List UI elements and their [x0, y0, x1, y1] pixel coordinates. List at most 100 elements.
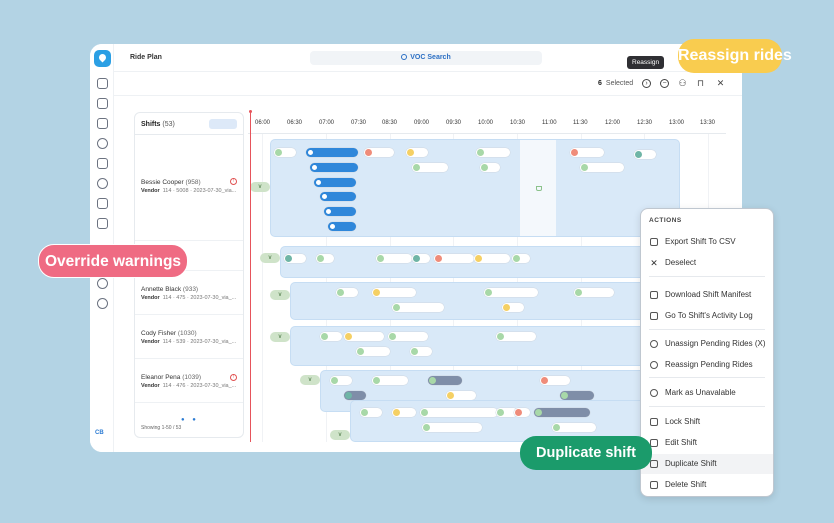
ride-pill[interactable]	[514, 408, 530, 417]
ride-pill[interactable]	[356, 347, 390, 356]
ride-pill[interactable]	[372, 288, 416, 297]
ride-pill[interactable]	[570, 148, 604, 157]
app-logo-icon[interactable]	[94, 50, 111, 67]
ride-status-dot	[485, 289, 492, 296]
menu-item-unassign-pending[interactable]: Unassign Pending Rides (X)	[641, 334, 773, 354]
menu-item-label: Edit Shift	[665, 438, 698, 447]
unassign-icon[interactable]: −	[660, 79, 669, 88]
menu-item-download-manifest[interactable]: Download Shift Manifest	[641, 285, 773, 305]
dashboard-icon[interactable]	[97, 98, 108, 109]
pagination-dots[interactable]: ● ●	[181, 417, 199, 423]
shift-row[interactable]: Eleanor Pena (1039) Vendor 114 · 476 · 20…	[135, 359, 243, 403]
ride-pill[interactable]	[324, 207, 356, 216]
warning-icon[interactable]: !	[230, 178, 237, 185]
ride-pill[interactable]	[284, 254, 306, 263]
ride-pill[interactable]	[410, 347, 432, 356]
settings-icon[interactable]	[97, 278, 108, 289]
ride-pill[interactable]	[474, 254, 510, 263]
ride-pill[interactable]	[540, 376, 570, 385]
ride-pill[interactable]	[306, 148, 358, 157]
ride-pill[interactable]	[512, 254, 530, 263]
vehicle-badge[interactable]: v	[270, 290, 290, 300]
ride-pill[interactable]	[336, 288, 358, 297]
ride-pill[interactable]	[484, 288, 538, 297]
link-icon[interactable]	[97, 158, 108, 169]
search-input[interactable]: VOC Search	[310, 51, 542, 65]
list-icon[interactable]	[97, 118, 108, 129]
ride-pill[interactable]	[274, 148, 296, 157]
ride-pill[interactable]	[560, 391, 594, 400]
ride-pill[interactable]	[420, 408, 498, 417]
shift-row[interactable]: Cody Fisher (1030) Vendor 114 · 539 · 202…	[135, 315, 243, 359]
vehicle-badge[interactable]: v	[300, 375, 320, 385]
menu-item-delete-shift[interactable]: Delete Shift	[641, 475, 773, 495]
vehicle-badge[interactable]: v	[330, 430, 350, 440]
ride-pill[interactable]	[360, 408, 382, 417]
menu-item-activity-log[interactable]: Go To Shift's Activity Log	[641, 306, 773, 326]
ride-pill[interactable]	[580, 163, 624, 172]
ride-pill[interactable]	[376, 254, 412, 263]
ride-pill[interactable]	[422, 423, 482, 432]
menu-item-reassign-pending[interactable]: Reassign Pending Rides	[641, 355, 773, 375]
ride-status-dot	[435, 255, 442, 262]
ride-pill[interactable]	[406, 148, 428, 157]
ride-status-dot	[275, 149, 282, 156]
selected-label: Selected	[605, 80, 634, 87]
lock-icon[interactable]: ⊓	[694, 77, 707, 90]
ride-pill[interactable]	[344, 391, 366, 400]
ride-pill[interactable]	[412, 254, 430, 263]
close-icon[interactable]: ✕	[714, 77, 727, 90]
ride-pill[interactable]	[310, 163, 358, 172]
hour-label: 10:30	[510, 120, 526, 126]
ride-pill[interactable]	[388, 332, 428, 341]
menu-item-lock-shift[interactable]: Lock Shift	[641, 412, 773, 432]
vehicle-badge[interactable]: v	[250, 182, 270, 192]
ride-pill[interactable]	[496, 332, 536, 341]
warning-icon[interactable]: !	[230, 374, 237, 381]
ride-pill[interactable]	[412, 163, 448, 172]
rides-icon[interactable]	[97, 78, 108, 89]
ride-pill[interactable]	[316, 254, 334, 263]
ride-pill[interactable]	[476, 148, 510, 157]
menu-item-export-csv[interactable]: Export Shift To CSV	[641, 232, 773, 252]
user-initials[interactable]: CB	[95, 430, 104, 436]
people-icon[interactable]: ⚇	[676, 77, 689, 90]
ride-pill[interactable]	[344, 332, 384, 341]
menu-item-deselect[interactable]: ✕ Deselect	[641, 253, 773, 273]
filter-chips[interactable]	[209, 119, 237, 129]
routes-icon[interactable]	[97, 198, 108, 209]
ride-pill[interactable]	[428, 376, 462, 385]
reassign-icon[interactable]: ›	[642, 79, 651, 88]
ride-pill[interactable]	[552, 423, 596, 432]
help-icon[interactable]	[97, 298, 108, 309]
user-icon[interactable]	[97, 138, 108, 149]
ride-pill[interactable]	[534, 408, 590, 417]
menu-item-edit-shift[interactable]: Edit Shift	[641, 433, 773, 453]
steering-wheel-icon[interactable]	[97, 178, 108, 189]
vehicle-badge[interactable]: v	[260, 253, 280, 263]
vehicle-badge[interactable]: v	[270, 332, 290, 342]
ride-pill[interactable]	[328, 222, 356, 231]
hour-label: 09:30	[446, 120, 462, 126]
ride-pill[interactable]	[392, 303, 444, 312]
ride-pill[interactable]	[320, 332, 342, 341]
ride-pill[interactable]	[502, 303, 524, 312]
ride-pill[interactable]	[446, 391, 476, 400]
ride-pill[interactable]	[574, 288, 614, 297]
ride-pill[interactable]	[314, 178, 356, 187]
ride-pill[interactable]	[372, 376, 408, 385]
ride-pill[interactable]	[392, 408, 416, 417]
ride-pill[interactable]	[480, 163, 500, 172]
ride-pill[interactable]	[330, 376, 352, 385]
shift-row[interactable]: Bessie Cooper (958) Vendor 114 · 5008 · 2…	[135, 135, 243, 241]
menu-item-mark-unavailable[interactable]: Mark as Unavalable	[641, 383, 773, 403]
shifts-header: Shifts (53)	[135, 113, 243, 135]
bus-icon[interactable]	[97, 218, 108, 229]
ride-pill[interactable]	[320, 192, 356, 201]
shift-vendor: Vendor 114 · 5008 · 2023-07-30_via...	[141, 188, 243, 194]
ride-status-dot	[317, 255, 324, 262]
ride-pill[interactable]	[634, 150, 656, 159]
ride-pill[interactable]	[364, 148, 394, 157]
ride-pill[interactable]	[434, 254, 474, 263]
menu-item-duplicate-shift[interactable]: Duplicate Shift	[641, 454, 773, 474]
